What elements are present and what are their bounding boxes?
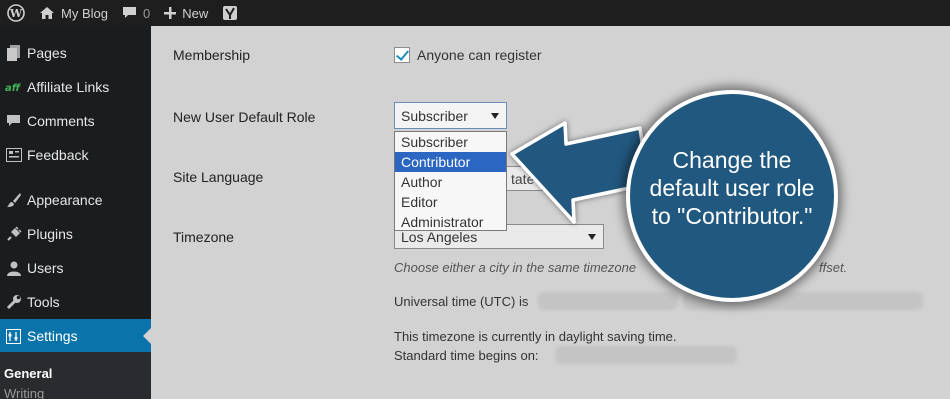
new-content-link[interactable]: New [157, 0, 215, 26]
submenu-item-writing[interactable]: Writing [4, 386, 44, 399]
admin-bar: W My Blog 0 New [0, 0, 950, 26]
svg-text:W: W [9, 7, 23, 20]
wrench-icon [0, 294, 27, 310]
home-icon [40, 7, 54, 19]
sidebar-item-label: Affiliate Links [27, 79, 110, 95]
comment-icon [122, 7, 136, 18]
admin-sidebar: Pages aff Affiliate Links Comments Feedb… [0, 26, 151, 399]
utc-time-label: Universal time (UTC) is [394, 294, 529, 309]
dropdown-arrow-icon [588, 233, 596, 240]
sidebar-item-label: Comments [27, 113, 95, 129]
sidebar-item-appearance[interactable]: Appearance [0, 183, 151, 217]
new-label: New [182, 5, 209, 21]
sidebar-item-label: Pages [27, 45, 67, 61]
sidebar-item-feedback[interactable]: Feedback [0, 138, 151, 172]
sidebar-item-pages[interactable]: Pages [0, 36, 151, 70]
affiliate-icon: aff [0, 81, 27, 93]
comments-link[interactable]: 0 [115, 0, 157, 26]
role-option-contributor[interactable]: Contributor [395, 152, 506, 172]
default-role-label: New User Default Role [173, 109, 316, 125]
sidebar-item-comments[interactable]: Comments [0, 104, 151, 138]
role-option-editor[interactable]: Editor [395, 192, 506, 212]
blurred-local-time [683, 292, 923, 310]
sidebar-item-label: Appearance [27, 192, 103, 208]
brush-icon [0, 192, 27, 208]
default-role-select[interactable]: Subscriber [394, 102, 507, 129]
membership-checkbox-label[interactable]: Anyone can register [417, 47, 542, 63]
sidebar-item-settings[interactable]: Settings [0, 319, 151, 353]
dst-note: This timezone is currently in daylight s… [394, 329, 677, 344]
yoast-icon [223, 6, 238, 20]
svg-text:aff: aff [5, 83, 22, 93]
timezone-hint: Choose either a city in the same timezon… [394, 260, 637, 275]
plugin-icon [0, 226, 27, 242]
site-language-label: Site Language [173, 169, 264, 185]
membership-label: Membership [173, 47, 251, 63]
yoast-seo-link[interactable] [215, 0, 245, 26]
sidebar-item-label: Plugins [27, 226, 73, 242]
sidebar-item-users[interactable]: Users [0, 251, 151, 285]
membership-checkbox[interactable] [394, 47, 410, 63]
standard-time-label: Standard time begins on: [394, 348, 539, 363]
sidebar-item-tools[interactable]: Tools [0, 285, 151, 319]
blurred-utc-time [538, 292, 678, 310]
sidebar-item-label: Users [27, 260, 64, 276]
default-role-selected: Subscriber [401, 107, 468, 124]
submenu-item-general[interactable]: General [4, 366, 52, 381]
timezone-label: Timezone [173, 229, 234, 245]
sidebar-item-affiliate-links[interactable]: aff Affiliate Links [0, 70, 151, 104]
sidebar-item-plugins[interactable]: Plugins [0, 217, 151, 251]
wordpress-logo-icon[interactable]: W [0, 0, 32, 26]
settings-icon [0, 328, 27, 344]
site-language-value: tate [511, 170, 535, 187]
pages-icon [0, 45, 27, 61]
sidebar-item-label: Tools [27, 294, 60, 310]
settings-form: Membership Anyone can register New User … [151, 26, 950, 399]
default-role-options: Subscriber Contributor Author Editor Adm… [394, 131, 507, 231]
role-option-subscriber[interactable]: Subscriber [395, 132, 506, 152]
site-name-link[interactable]: My Blog [32, 0, 115, 26]
comments-count: 0 [142, 5, 151, 21]
site-name: My Blog [61, 5, 108, 21]
comment-icon [0, 114, 27, 128]
role-option-author[interactable]: Author [395, 172, 506, 192]
sidebar-item-label: Feedback [27, 147, 89, 163]
blurred-standard-time [555, 346, 737, 364]
role-option-administrator[interactable]: Administrator [395, 212, 506, 232]
dropdown-arrow-icon [491, 112, 499, 119]
feedback-icon [0, 148, 27, 162]
settings-submenu: General Writing [0, 352, 151, 399]
timezone-hint-tail: ffset. [819, 260, 848, 275]
sidebar-item-label: Settings [27, 328, 78, 344]
plus-icon [164, 7, 177, 19]
user-icon [0, 261, 27, 276]
